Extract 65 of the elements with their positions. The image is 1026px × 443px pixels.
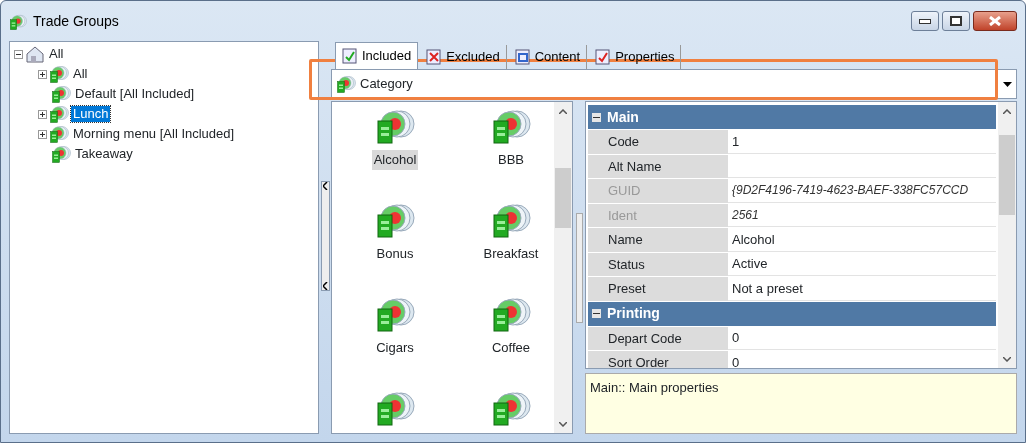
- item-label[interactable]: Breakfast: [481, 244, 541, 264]
- tree-item[interactable]: Takeaway: [73, 146, 135, 162]
- description-text: Main:: Main properties: [585, 373, 1017, 434]
- item-label[interactable]: Alcohol: [371, 150, 419, 170]
- property-name: GUID: [588, 179, 728, 203]
- tree-item[interactable]: All: [47, 46, 66, 62]
- tab[interactable]: Included: [335, 42, 419, 69]
- chevron-up-icon: [1003, 108, 1011, 114]
- tree-item[interactable]: Morning menu [All Included]: [71, 126, 237, 142]
- property-name: Status: [588, 252, 728, 276]
- scrollbar[interactable]: [998, 102, 1016, 368]
- minimize-icon: [918, 18, 931, 24]
- document-icon: [595, 49, 612, 65]
- category-dropdown[interactable]: Category: [331, 69, 1017, 99]
- arrow-left-icon: [322, 182, 328, 190]
- item-label[interactable]: Coffee: [489, 338, 533, 358]
- chevron-up-icon: [559, 108, 567, 114]
- document-icon: [342, 48, 358, 64]
- item-label[interactable]: Bonus: [374, 244, 416, 264]
- category-icon: [51, 84, 71, 104]
- expand-icon[interactable]: [38, 69, 47, 79]
- tree-item[interactable]: Default [All Included]: [73, 86, 197, 102]
- category-icon: [49, 64, 69, 84]
- document-icon: [514, 49, 531, 65]
- category-icon: [49, 104, 69, 124]
- close-icon: [989, 16, 1001, 26]
- tree-item[interactable]: Lunch: [71, 106, 111, 122]
- property-name: Preset: [588, 277, 728, 301]
- property-name: Sort Order: [588, 351, 728, 368]
- scrollbar[interactable]: [554, 102, 572, 433]
- collapse-icon[interactable]: [14, 49, 23, 59]
- item-label[interactable]: Cigars: [374, 338, 416, 358]
- property-name: Code: [588, 130, 728, 154]
- property-name: Ident: [588, 203, 728, 227]
- splitter-handle[interactable]: [575, 212, 583, 323]
- item-label[interactable]: BBB: [496, 150, 526, 170]
- scroll-thumb[interactable]: [999, 135, 1015, 215]
- window-title: Trade Groups: [33, 11, 119, 31]
- property-name: Depart Code: [588, 326, 728, 350]
- property-name: Name: [588, 228, 728, 252]
- splitter-handle[interactable]: [320, 181, 330, 291]
- document-icon: [426, 49, 443, 65]
- tree-item[interactable]: All: [71, 66, 90, 82]
- dropdown-arrow-icon: [1003, 81, 1012, 87]
- chevron-down-icon: [1003, 356, 1011, 362]
- maximize-icon: [949, 16, 962, 26]
- close-button[interactable]: [973, 11, 1017, 31]
- chevron-down-icon: [559, 421, 567, 427]
- maximize-button[interactable]: [941, 11, 970, 31]
- dropdown-value: Category: [360, 75, 414, 94]
- section-header[interactable]: Main: [588, 105, 996, 129]
- house-icon: [25, 45, 45, 63]
- collapse-icon[interactable]: [592, 309, 601, 318]
- collapse-icon[interactable]: [592, 112, 601, 122]
- expand-icon[interactable]: [38, 109, 47, 119]
- arrow-left-icon: [322, 282, 328, 290]
- section-header[interactable]: Printing: [588, 301, 996, 326]
- category-icon: [336, 74, 356, 95]
- property-name: Alt Name: [588, 154, 728, 178]
- category-icon: [51, 144, 71, 164]
- expand-icon[interactable]: [38, 129, 47, 139]
- scroll-thumb[interactable]: [555, 167, 571, 228]
- category-icon: [49, 124, 69, 144]
- category-icon: [9, 12, 27, 31]
- minimize-button[interactable]: [910, 11, 939, 31]
